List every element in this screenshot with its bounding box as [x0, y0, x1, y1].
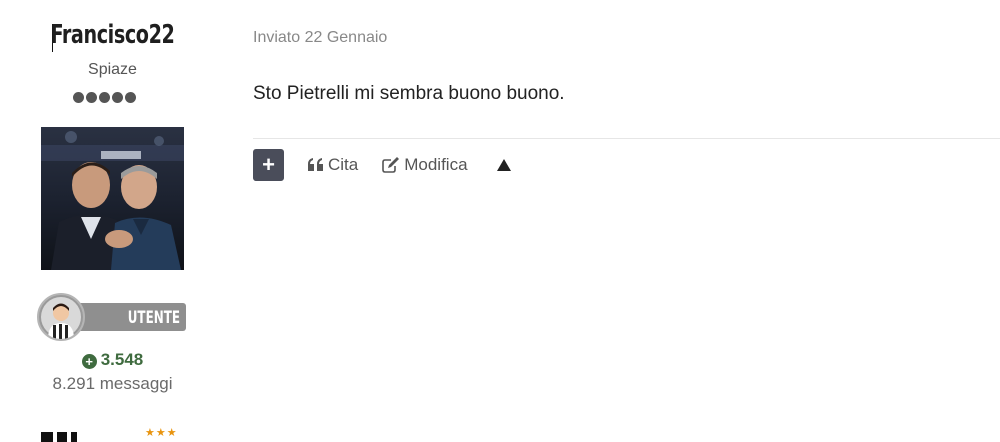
avatar[interactable] — [41, 127, 184, 270]
post-date[interactable]: Inviato 22 Gennaio — [253, 29, 387, 47]
edit-button[interactable]: Modifica — [382, 155, 468, 175]
author-rank: Spiaze — [88, 61, 137, 78]
message-count: 8.291 messaggi — [52, 374, 173, 393]
avatar-photo — [41, 127, 184, 270]
quote-button[interactable]: Cita — [308, 155, 358, 175]
plus-circle-icon: + — [81, 354, 97, 369]
user-group-badge: UTENTE — [37, 293, 187, 343]
quote-label: Cita — [328, 155, 359, 174]
author-panel: Francisco22 Spiaze UTENTE + 3.548 8.291 … — [0, 0, 225, 442]
plus-button[interactable]: + — [253, 149, 284, 181]
rank-pip — [125, 92, 136, 103]
reputation: +3.548 — [0, 350, 225, 370]
post-actions: + Cita Modifica — [253, 149, 512, 181]
rank-pip — [86, 92, 97, 103]
star-icon: ★★★ — [145, 427, 178, 439]
post-content: Sto Pietrelli mi sembra buono buono. — [253, 83, 565, 104]
rank-pip — [73, 92, 84, 103]
rank-pips — [73, 92, 136, 103]
author-username[interactable]: Francisco22 — [20, 20, 205, 50]
triangle-up-icon — [496, 159, 511, 171]
user-avatar-icon — [37, 293, 85, 341]
edit-label: Modifica — [404, 155, 468, 174]
reputation-value: 3.548 — [100, 350, 144, 369]
post-divider — [253, 138, 1000, 139]
post: Inviato 22 Gennaio Sto Pietrelli mi semb… — [253, 0, 1000, 442]
quote-icon — [308, 158, 323, 171]
club-logo — [41, 432, 77, 442]
plus-icon: + — [262, 152, 275, 177]
badge-label: UTENTE — [127, 308, 180, 328]
rank-pip — [99, 92, 110, 103]
rank-pip — [112, 92, 123, 103]
edit-icon — [382, 157, 400, 173]
scroll-top-button[interactable] — [496, 158, 512, 172]
